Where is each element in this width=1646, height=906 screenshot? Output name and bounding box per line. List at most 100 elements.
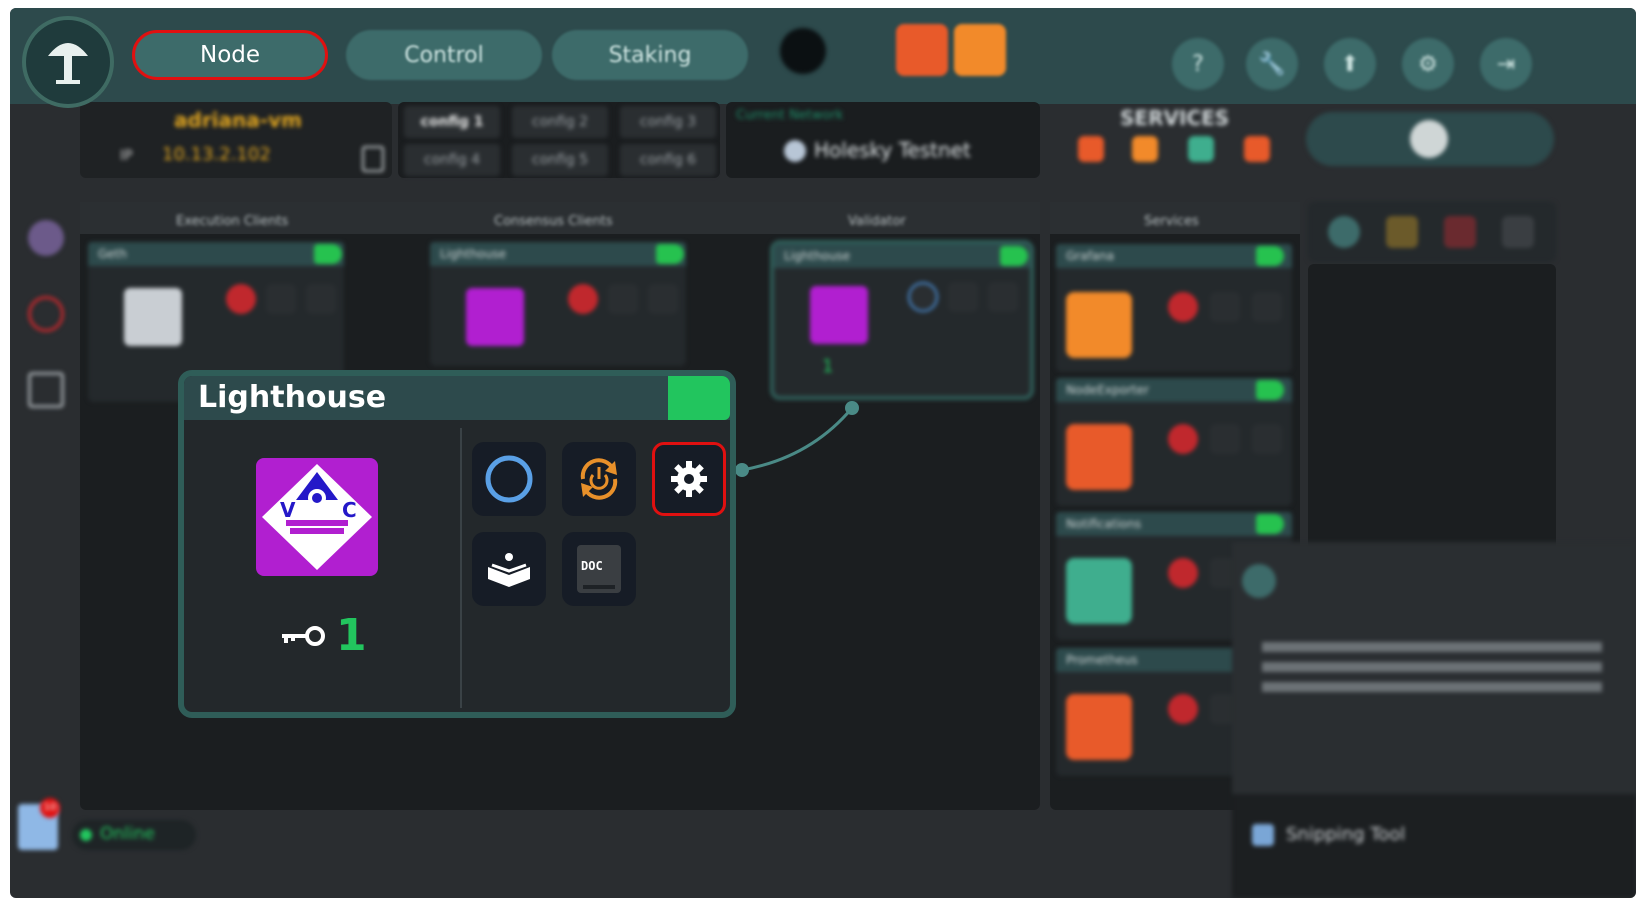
- prometheus-icon[interactable]: [1078, 136, 1104, 162]
- doc-line: [583, 585, 615, 589]
- key-count: 1: [336, 610, 367, 661]
- consensus-column-title: Consensus Clients: [494, 214, 613, 229]
- prometheus-icon: [1066, 694, 1132, 760]
- notes-tab-icon[interactable]: [1386, 216, 1418, 248]
- stop-icon[interactable]: [568, 284, 598, 314]
- grafana-icon[interactable]: [1132, 136, 1158, 162]
- settings-icon[interactable]: [648, 284, 678, 314]
- notifications-icon[interactable]: [1188, 136, 1214, 162]
- power-icon[interactable]: [28, 296, 64, 332]
- status-ring-button[interactable]: [472, 442, 546, 516]
- preview-bar: [1262, 642, 1602, 652]
- grafana-service-icon[interactable]: [954, 24, 1006, 76]
- stop-icon[interactable]: [1168, 424, 1198, 454]
- power-toggle[interactable]: [314, 244, 342, 264]
- icon-letter: V: [280, 498, 296, 522]
- stop-icon[interactable]: [1168, 694, 1198, 724]
- restart-icon[interactable]: [948, 282, 978, 312]
- stop-icon[interactable]: [1168, 558, 1198, 588]
- logs-button[interactable]: [472, 532, 546, 606]
- validator-column-title: Validator: [848, 214, 906, 229]
- logout-icon[interactable]: ⇥: [1480, 38, 1532, 90]
- restart-icon[interactable]: [1210, 424, 1240, 454]
- doc-icon: DOC: [577, 545, 621, 593]
- restart-icon[interactable]: [608, 284, 638, 314]
- power-toggle[interactable]: [1256, 380, 1284, 400]
- restart-icon[interactable]: [266, 284, 296, 314]
- help-icon[interactable]: ?: [1172, 38, 1224, 90]
- stop-icon[interactable]: [226, 284, 256, 314]
- config-button[interactable]: config 1: [404, 106, 500, 138]
- service-card[interactable]: NodeExporter: [1056, 378, 1292, 506]
- config-button[interactable]: config 6: [620, 144, 716, 176]
- config-button[interactable]: config 5: [512, 144, 608, 176]
- config-button[interactable]: config 2: [512, 106, 608, 138]
- key-icon: [282, 625, 325, 646]
- consensus-client-card[interactable]: Lighthouse: [430, 242, 686, 366]
- power-toggle[interactable]: [1000, 246, 1028, 266]
- config-grid: config 1 config 2 config 3 config 4 conf…: [398, 102, 720, 178]
- taskbar-preview[interactable]: Snipping Tool: [1232, 542, 1636, 898]
- lighthouse-icon: [466, 288, 524, 346]
- notification-badge: 10: [40, 798, 60, 818]
- right-tab-bar: [1308, 202, 1556, 262]
- lighthouse-validator-popup: Lighthouse V C 1 DOC: [178, 370, 736, 718]
- config-button[interactable]: config 4: [404, 144, 500, 176]
- card-title: Lighthouse: [430, 242, 686, 266]
- app-logo[interactable]: [22, 16, 114, 108]
- extra-tab-icon[interactable]: [1502, 216, 1534, 248]
- server-ip: 10.13.2.102: [162, 144, 271, 165]
- status-label: Online: [100, 824, 155, 844]
- config-button[interactable]: config 3: [620, 106, 716, 138]
- status-ring-icon: [485, 455, 533, 503]
- restart-button[interactable]: [562, 442, 636, 516]
- settings-icon[interactable]: [306, 284, 336, 314]
- key-count: 1: [822, 356, 834, 377]
- node-exporter-icon[interactable]: [1244, 136, 1270, 162]
- service-card[interactable]: Grafana: [1056, 244, 1292, 372]
- wrench-icon[interactable]: 🔧: [1246, 38, 1298, 90]
- plugin-icon[interactable]: [28, 220, 64, 256]
- power-toggle[interactable]: [656, 244, 684, 264]
- stop-icon[interactable]: [1168, 292, 1198, 322]
- tab-control[interactable]: Control: [346, 30, 542, 80]
- documentation-button[interactable]: DOC: [562, 532, 636, 606]
- alerts-tab-icon[interactable]: [1444, 216, 1476, 248]
- settings-icon[interactable]: [1252, 424, 1282, 454]
- upload-icon[interactable]: ⬆: [1324, 38, 1376, 90]
- grafana-icon: [1066, 292, 1132, 358]
- export-icon[interactable]: [28, 372, 64, 408]
- validator-icon: [810, 286, 868, 344]
- node-status-icon[interactable]: [780, 28, 826, 74]
- logs-book-icon: [488, 553, 530, 587]
- node-exporter-icon: [1066, 424, 1132, 490]
- prometheus-service-icon[interactable]: [896, 24, 948, 76]
- preview-logo: [1242, 564, 1276, 598]
- power-toggle[interactable]: [1256, 514, 1284, 534]
- settings-icon[interactable]: [1252, 292, 1282, 322]
- restart-icon[interactable]: [1210, 292, 1240, 322]
- preview-bar: [1262, 662, 1602, 672]
- tab-node[interactable]: Node: [132, 30, 328, 80]
- services-title: SERVICES: [1120, 106, 1230, 130]
- power-toggle[interactable]: [668, 376, 730, 420]
- icon-letter: C: [342, 498, 357, 522]
- settings-icon[interactable]: ⚙: [1402, 38, 1454, 90]
- status-pill: Online: [72, 820, 196, 850]
- card-title: Geth: [88, 242, 344, 266]
- copy-icon[interactable]: [362, 146, 384, 172]
- mushroom-icon: [48, 43, 88, 84]
- tab-staking[interactable]: Staking: [552, 30, 748, 80]
- status-ring-icon[interactable]: [908, 282, 938, 312]
- mushroom-tab-icon[interactable]: [1328, 216, 1360, 248]
- info-icon: [1410, 120, 1448, 158]
- server-name: adriana-vm: [174, 108, 302, 132]
- settings-button[interactable]: [652, 442, 726, 516]
- settings-icon[interactable]: [988, 282, 1018, 312]
- validator-client-card[interactable]: Lighthouse 1: [770, 240, 1034, 400]
- notifications-icon: [1066, 558, 1132, 624]
- top-bar: Node Control Staking ? 🔧 ⬆ ⚙ ⇥: [10, 8, 1636, 104]
- info-button[interactable]: [1306, 112, 1554, 166]
- execution-column-title: Execution Clients: [176, 214, 289, 229]
- power-toggle[interactable]: [1256, 246, 1284, 266]
